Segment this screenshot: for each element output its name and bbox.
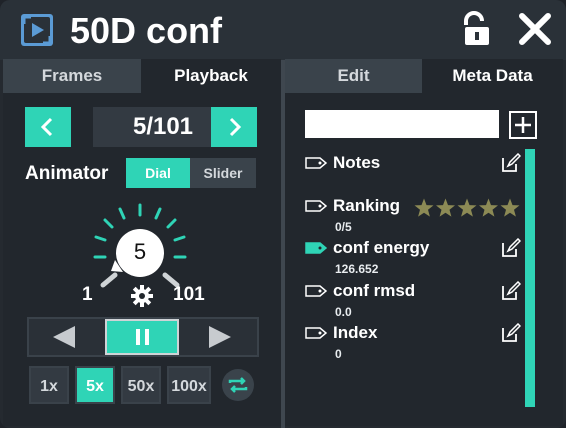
metadata-item-index: Index — [333, 323, 378, 342]
tag-icon — [305, 242, 327, 254]
conf-energy-value: 126.652 — [335, 262, 379, 276]
pause-icon — [136, 329, 149, 345]
speed-5x-button[interactable]: 5x — [75, 366, 115, 404]
previous-frame-button[interactable] — [25, 107, 71, 147]
tag-icon — [305, 157, 327, 169]
play-icon — [209, 326, 231, 348]
metadata-item-conf-rmsd: conf rmsd — [333, 281, 416, 300]
metadata-panel: Edit Meta Data Notes Ranking 0/5 conf en… — [285, 59, 563, 426]
edit-icon[interactable] — [501, 238, 521, 258]
star-icon[interactable] — [457, 198, 477, 217]
star-icon[interactable] — [500, 198, 520, 217]
playback-app-icon — [21, 14, 53, 46]
playback-panel: Frames Playback 5/101 Animator Dial Slid… — [3, 59, 281, 426]
tag-icon — [305, 200, 327, 212]
speed-100x-button[interactable]: 100x — [167, 366, 211, 404]
metadata-item-ranking: Ranking — [333, 196, 401, 215]
tab-playback[interactable]: Playback — [141, 59, 281, 93]
edit-icon[interactable] — [501, 153, 521, 173]
tag-icon — [305, 285, 327, 297]
tab-frames[interactable]: Frames — [3, 59, 141, 93]
edit-icon[interactable] — [501, 323, 521, 343]
dial-value: 5 — [133, 239, 147, 264]
star-icon[interactable] — [436, 198, 455, 217]
animator-label: Animator — [25, 163, 109, 184]
tab-edit[interactable]: Edit — [285, 59, 422, 93]
metadata-item-conf-energy: conf energy — [333, 238, 430, 257]
chevron-left-icon — [40, 117, 53, 137]
unlock-icon[interactable] — [462, 11, 492, 47]
metadata-window: 50D conf Frames Playback 5/101 Animator … — [0, 0, 566, 428]
next-frame-button[interactable] — [211, 107, 257, 147]
tag-icon — [305, 327, 327, 339]
step-back-button[interactable] — [29, 319, 103, 355]
plus-icon — [515, 117, 531, 133]
metadata-search-input[interactable] — [305, 110, 499, 138]
rating-stars[interactable] — [413, 197, 521, 219]
edit-icon[interactable] — [501, 281, 521, 301]
close-icon[interactable] — [518, 12, 552, 46]
loop-icon[interactable] — [221, 368, 255, 402]
metadata-scrollbar[interactable] — [525, 149, 535, 407]
star-icon[interactable] — [479, 198, 498, 217]
chevron-right-icon — [229, 117, 242, 137]
pause-button[interactable] — [105, 319, 179, 355]
dial-mode-button[interactable]: Dial — [126, 158, 190, 188]
play-reverse-icon — [53, 326, 75, 348]
star-icon[interactable] — [414, 198, 434, 217]
speed-50x-button[interactable]: 50x — [121, 366, 161, 404]
metadata-item-notes: Notes — [333, 153, 381, 172]
range-min-label: 1 — [82, 284, 93, 305]
frame-navigator: 5/101 — [25, 107, 257, 147]
speed-1x-button[interactable]: 1x — [29, 366, 69, 404]
ranking-value: 0/5 — [335, 220, 352, 234]
step-forward-button[interactable] — [181, 319, 255, 355]
conf-rmsd-value: 0.0 — [335, 305, 352, 319]
window-title: 50D conf — [70, 10, 223, 51]
range-max-label: 101 — [173, 284, 205, 305]
gear-icon[interactable] — [130, 284, 154, 308]
tab-meta-data[interactable]: Meta Data — [422, 59, 563, 93]
window-header: 50D conf — [0, 0, 566, 60]
add-metadata-button[interactable] — [509, 111, 537, 139]
index-value: 0 — [335, 347, 342, 361]
slider-mode-button[interactable]: Slider — [190, 158, 256, 188]
